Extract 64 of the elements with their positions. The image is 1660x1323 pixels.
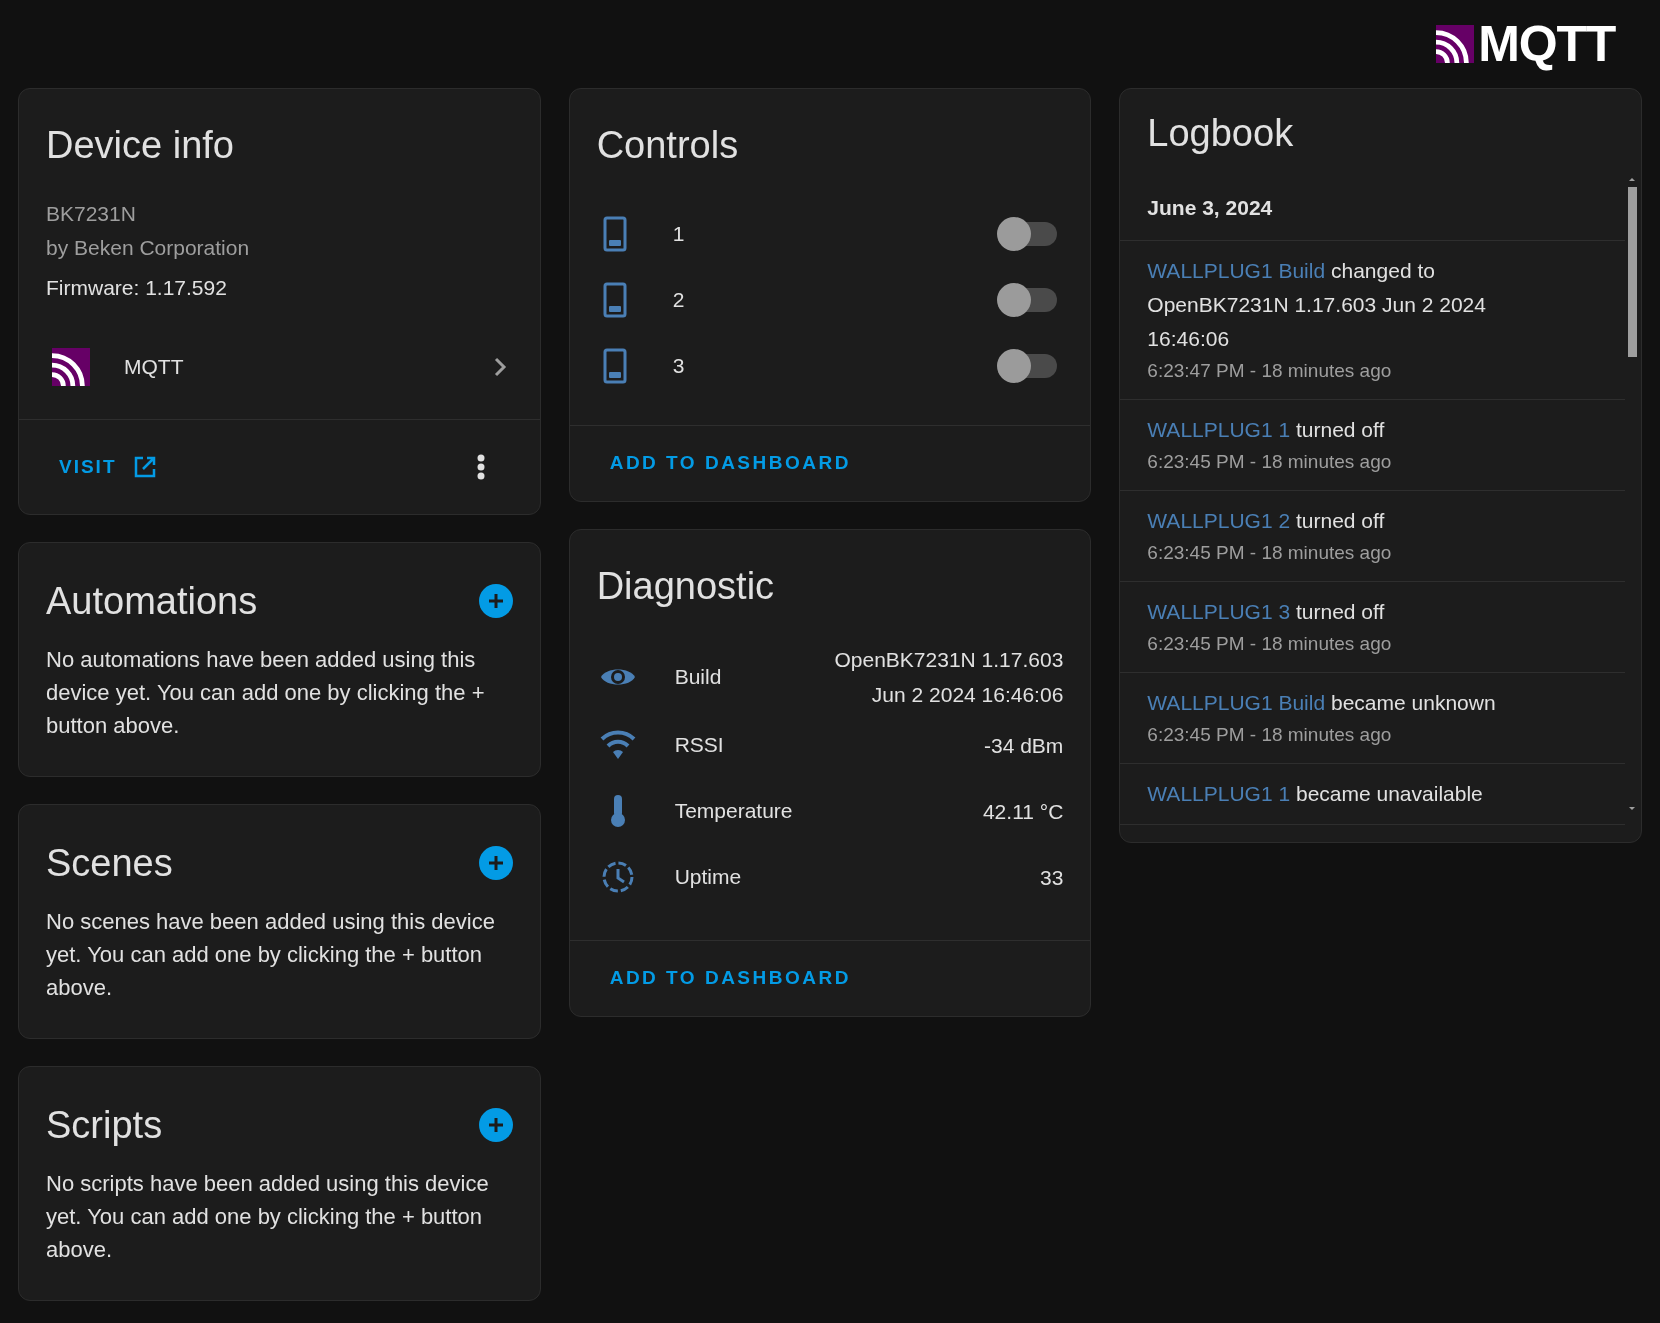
log-time: 6:23:45 PM - 18 minutes ago [1147, 541, 1393, 565]
empty-message: No scenes have been added using this device yet. You can add one by clicking the + button above. [46, 908, 496, 1002]
sensor-value: 42.11 °C [981, 798, 1064, 825]
more-icon[interactable] [476, 454, 485, 480]
control-name: 1 [672, 221, 686, 248]
switch-icon [602, 216, 627, 252]
log-time: 6:23:45 PM - 18 minutes ago [1147, 450, 1393, 474]
sensor-name: Uptime [674, 864, 742, 891]
device-model: BK7231N [46, 201, 137, 227]
entity-link[interactable]: WALLPLUG1 Build [1147, 259, 1326, 282]
chevron-right-icon [492, 356, 507, 378]
card-title: Automations [46, 579, 258, 623]
empty-message: No scripts have been added using this device yet. You can add one by clicking the + button above. [46, 1170, 490, 1264]
log-message: WALLPLUG1 Build changed to OpenBK7231N 1.17.603 Jun 2 2024 16:46:06 [1147, 258, 1487, 352]
log-time: 6:23:47 PM - 18 minutes ago [1147, 359, 1393, 383]
add-button[interactable] [478, 584, 513, 618]
logo-text: MQTT [1478, 19, 1615, 69]
add-button[interactable] [478, 1108, 513, 1142]
toggle-switch[interactable] [997, 349, 1058, 383]
sensor-name: Temperature [674, 798, 793, 825]
log-message: WALLPLUG1 2 turned off [1147, 508, 1386, 534]
entity-link[interactable]: WALLPLUG1 2 [1147, 509, 1291, 532]
add-to-dashboard-button[interactable]: ADD TO DASHBOARD [609, 964, 851, 993]
entity-link[interactable]: WALLPLUG1 1 [1147, 418, 1291, 441]
sensor-value: -34 dBm [982, 732, 1064, 759]
integration-row[interactable]: MQTT [19, 315, 540, 419]
sensor-name: RSSI [674, 732, 724, 759]
control-name: 3 [672, 353, 686, 380]
firmware-version: Firmware: 1.17.592 [46, 275, 228, 301]
visit-link[interactable]: VISIT [59, 452, 157, 482]
sensor-value: OpenBK7231N 1.17.603 Jun 2 2024 16:46:06 [833, 647, 1064, 708]
card-title: Scripts [46, 1103, 163, 1147]
add-to-dashboard-button[interactable]: ADD TO DASHBOARD [609, 449, 851, 478]
card-title: Scenes [46, 841, 173, 885]
log-message: WALLPLUG1 3 turned off [1147, 599, 1386, 625]
toggle-switch[interactable] [997, 283, 1058, 317]
entity-link[interactable]: WALLPLUG1 3 [1147, 600, 1291, 623]
card-title: Logbook [1146, 111, 1295, 155]
integration-name: MQTT [124, 354, 185, 381]
clock-icon [600, 860, 635, 894]
card-title: Diagnostic [595, 564, 776, 608]
sensor-name: Build [674, 664, 722, 691]
log-message: WALLPLUG1 Build became unknown [1147, 690, 1497, 716]
log-time: 6:23:45 PM - 18 minutes ago [1147, 632, 1393, 656]
log-time: 6:23:45 PM - 18 minutes ago [1147, 723, 1393, 747]
add-button[interactable] [478, 846, 513, 880]
entity-link[interactable]: WALLPLUG1 1 [1147, 782, 1291, 805]
log-message: WALLPLUG1 1 turned off [1147, 417, 1386, 443]
card-title: Device info [46, 123, 235, 167]
wifi-icon [599, 730, 636, 760]
entity-link[interactable]: WALLPLUG1 Build [1147, 691, 1326, 714]
integration-icon [52, 348, 90, 386]
external-link-icon [132, 455, 157, 479]
empty-message: No automations have been added using this device yet. You can add one by clicking the + button above. [46, 646, 486, 740]
switch-icon [602, 348, 627, 384]
log-date: June 3, 2024 [1147, 194, 1273, 221]
card-title: Controls [595, 123, 740, 167]
control-name: 2 [672, 287, 686, 314]
logo-icon [1436, 25, 1475, 63]
log-message: WALLPLUG1 1 became unavailable [1147, 781, 1484, 807]
switch-icon [602, 282, 627, 318]
sensor-value: 33 [1038, 864, 1064, 891]
toggle-switch[interactable] [997, 217, 1058, 251]
device-manufacturer: by Beken Corporation [46, 235, 251, 261]
